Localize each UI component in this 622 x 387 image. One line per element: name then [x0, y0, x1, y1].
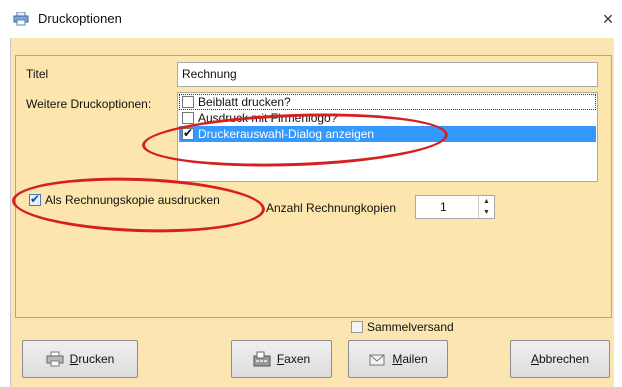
spin-down-icon[interactable]: ▼ — [479, 207, 494, 218]
window-title: Druckoptionen — [38, 11, 122, 26]
dialog-window: Druckoptionen × Titel Rechnung Weitere D… — [0, 0, 622, 387]
anzahl-kopien-spinner[interactable]: 1 ▲ ▼ — [415, 195, 495, 219]
sammelversand-checkbox[interactable] — [351, 321, 363, 333]
abbrechen-label: Abbrechen — [530, 352, 590, 366]
sammelversand-label: Sammelversand — [367, 320, 454, 334]
rechnungskopie-label: Als Rechnungskopie ausdrucken — [45, 193, 220, 207]
option-firmenlogo-label: Ausdruck mit Firmenlogo? — [198, 111, 338, 125]
printer-icon — [13, 12, 29, 26]
drucken-label: Drucken — [69, 352, 115, 366]
fax-icon — [253, 351, 271, 367]
drucken-button[interactable]: Drucken — [22, 340, 138, 378]
beiblatt-checkbox[interactable] — [182, 96, 194, 108]
firmenlogo-checkbox[interactable] — [182, 112, 194, 124]
abbrechen-button[interactable]: Abbrechen — [510, 340, 610, 378]
mailen-label: Mailen — [392, 352, 428, 366]
printer-icon — [46, 351, 64, 367]
titel-label: Titel — [26, 67, 49, 81]
anzahl-kopien-value[interactable]: 1 — [440, 200, 447, 214]
mailen-button[interactable]: Mailen — [348, 340, 448, 378]
rechnungskopie-option[interactable]: Als Rechnungskopie ausdrucken — [26, 192, 220, 207]
titel-input[interactable]: Rechnung — [177, 62, 598, 87]
titel-input-value: Rechnung — [182, 67, 237, 81]
mail-icon — [369, 354, 385, 366]
option-druckerauswahl[interactable]: Druckerauswahl-Dialog anzeigen — [179, 126, 596, 142]
option-beiblatt[interactable]: Beiblatt drucken? — [179, 94, 596, 110]
anzahl-kopien-label: Anzahl Rechnungkopien — [266, 201, 397, 215]
close-icon[interactable]: × — [603, 9, 614, 29]
faxen-button[interactable]: Faxen — [231, 340, 332, 378]
option-druckerauswahl-label: Druckerauswahl-Dialog anzeigen — [198, 127, 375, 141]
rechnungskopie-checkbox[interactable] — [29, 192, 41, 206]
option-firmenlogo[interactable]: Ausdruck mit Firmenlogo? — [179, 110, 596, 126]
close-button[interactable]: × — [596, 6, 620, 32]
title-bar: Druckoptionen × — [0, 0, 622, 38]
spinner-buttons: ▲ ▼ — [478, 196, 494, 218]
spin-up-icon[interactable]: ▲ — [479, 196, 494, 207]
sammelversand-option[interactable]: Sammelversand — [348, 320, 454, 334]
faxen-label: Faxen — [276, 352, 311, 366]
druckoptionen-checklist[interactable]: Beiblatt drucken? Ausdruck mit Firmenlog… — [177, 92, 598, 182]
druckerauswahl-checkbox[interactable] — [182, 126, 194, 140]
option-beiblatt-label: Beiblatt drucken? — [198, 95, 291, 109]
weitere-druckoptionen-label: Weitere Druckoptionen: — [26, 97, 152, 111]
